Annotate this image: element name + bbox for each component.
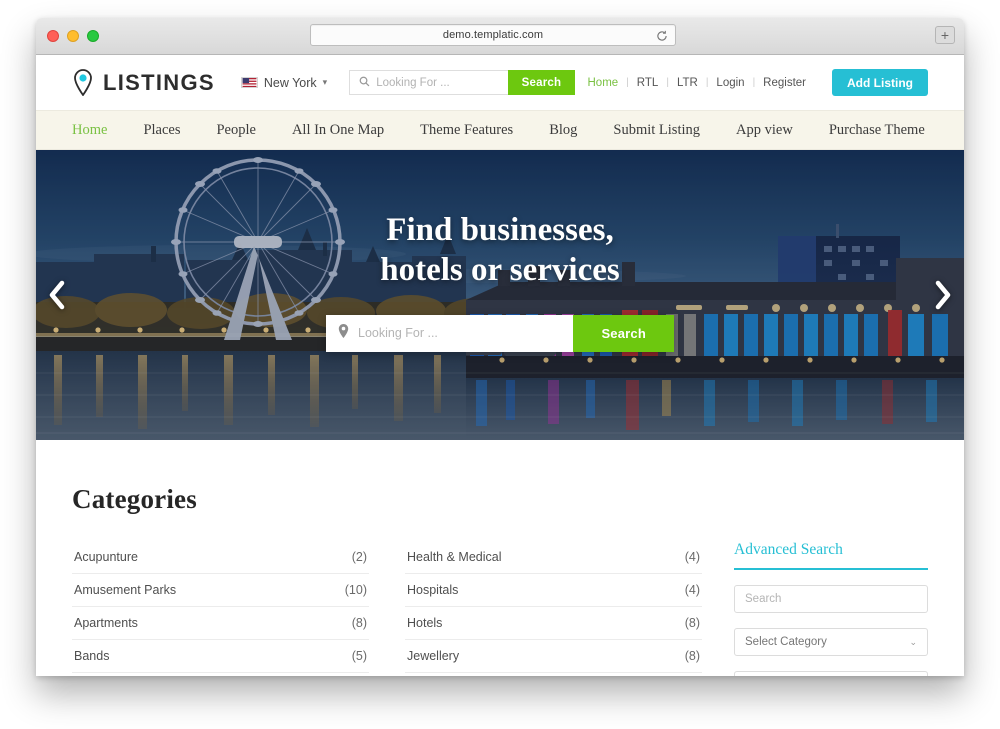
search-icon [359,74,370,92]
category-columns: Acupunture (2) Amusement Parks (10) Apar… [72,541,702,676]
main-navigation: Home Places People All In One Map Theme … [36,110,964,150]
nav-item-app-view[interactable]: App view [736,122,793,139]
header-search-input[interactable] [376,76,499,89]
hero-search-button[interactable]: Search [573,314,674,352]
chevron-down-icon: ⌄ [909,636,917,647]
advanced-search-input-wrapper[interactable] [734,585,928,613]
category-column-1: Acupunture (2) Amusement Parks (10) Apar… [72,541,369,676]
category-row[interactable]: Hospitals (4) [405,574,702,607]
category-row[interactable]: Apartments (8) [72,607,369,640]
add-listing-button[interactable]: Add Listing [832,69,928,96]
category-name: Health & Medical [407,550,502,564]
reload-icon[interactable] [656,29,668,41]
category-row[interactable]: Health & Medical (4) [405,541,702,574]
minimize-window-button[interactable] [67,30,79,42]
category-count: (8) [684,649,700,663]
zoom-window-button[interactable] [87,30,99,42]
category-row[interactable]: Amusement Parks (10) [72,574,369,607]
advanced-search-title: Advanced Search [734,541,928,570]
category-count: (4) [684,550,700,564]
hero-title: Find businesses, hotels or services [380,210,620,291]
site-logo[interactable]: LISTINGS [72,69,215,96]
browser-titlebar: demo.templatic.com + [36,18,964,55]
category-count: (8) [351,616,367,630]
logo-text: LISTINGS [103,69,215,95]
header-right: Home | RTL | LTR | Login | Register Add … [580,69,928,96]
nav-item-submit-listing[interactable]: Submit Listing [613,122,700,139]
chevron-right-icon[interactable] [930,278,956,312]
top-link-ltr[interactable]: LTR [669,77,706,89]
nav-item-blog[interactable]: Blog [549,122,577,139]
top-links: Home | RTL | LTR | Login | Register [580,77,815,89]
category-count: (8) [684,616,700,630]
category-count: (2) [351,550,367,564]
nav-item-people[interactable]: People [216,122,255,139]
nav-item-home[interactable]: Home [72,122,107,139]
category-count: (5) [351,649,367,663]
category-row[interactable]: Jewellery (8) [405,640,702,673]
address-bar[interactable]: demo.templatic.com [310,24,676,46]
category-name: Bands [74,649,110,663]
category-row[interactable]: Lounges (1) [405,673,702,676]
category-name: Jewellery [407,649,460,663]
category-name: Acupunture [74,550,138,564]
map-pin-icon [72,69,94,96]
url-text: demo.templatic.com [442,29,544,41]
screenshot-root: demo.templatic.com + LISTINGS New York ▾… [0,0,1000,729]
nav-item-places[interactable]: Places [143,122,180,139]
category-count: (4) [684,583,700,597]
hero-title-line-1: Find businesses, [386,212,614,248]
chevron-down-icon: ▾ [322,77,328,87]
select-category-dropdown[interactable]: Select Category ⌄ [734,628,928,656]
hero-content: Find businesses, hotels or services Look… [36,150,964,440]
advanced-search-input[interactable] [745,593,917,605]
us-flag-icon [240,77,258,88]
page-title: Categories [72,484,197,514]
category-name: Hotels [407,616,443,630]
category-row[interactable]: Bands (5) [72,640,369,673]
page-viewport: LISTINGS New York ▾ Looking For ... Sear… [36,55,964,676]
select-country-dropdown[interactable]: Select Country ⌄ [734,671,928,676]
category-row[interactable]: Acupunture (2) [72,541,369,574]
select-category-label: Select Category [745,636,827,648]
hero-search-input[interactable] [358,326,562,340]
site-header: LISTINGS New York ▾ Looking For ... Sear… [36,55,964,110]
category-name: Amusement Parks [74,583,177,597]
nav-item-all-in-one-map[interactable]: All In One Map [292,122,384,139]
chevron-left-icon[interactable] [44,278,70,312]
category-row[interactable]: Bands (1) [72,673,369,676]
top-link-home[interactable]: Home [580,77,627,89]
window-controls [47,30,99,42]
category-column-2: Health & Medical (4) Hospitals (4) Hotel… [405,541,702,676]
header-search-button[interactable]: Search [507,70,576,95]
location-label: New York [263,75,317,90]
advanced-search-panel: Advanced Search Select Category ⌄ Select… [734,541,928,676]
top-link-register[interactable]: Register [755,77,814,89]
hero-title-line-2: hotels or services [380,252,620,289]
categories-section: Categories Acupunture (2) Amusement Park… [36,440,964,676]
nav-item-theme-features[interactable]: Theme Features [420,122,513,139]
browser-window: demo.templatic.com + LISTINGS New York ▾… [36,18,964,676]
content-grid: Acupunture (2) Amusement Parks (10) Apar… [72,541,928,676]
category-row[interactable]: Hotels (8) [405,607,702,640]
category-name: Hospitals [407,583,459,597]
category-count: (10) [344,583,367,597]
header-search-form: Search [349,70,576,95]
close-window-button[interactable] [47,30,59,42]
hero-slider: Find businesses, hotels or services Look… [36,150,964,440]
top-link-rtl[interactable]: RTL [629,77,667,89]
nav-item-purchase-theme[interactable]: Purchase Theme [829,122,925,139]
map-pin-icon [338,323,349,343]
location-picker[interactable]: New York ▾ [240,75,328,90]
category-name: Apartments [74,616,138,630]
header-search-field[interactable] [349,70,508,95]
top-link-login[interactable]: Login [708,77,752,89]
hero-search-form: Search [326,314,674,352]
new-tab-button[interactable]: + [935,26,955,44]
hero-search-field[interactable] [326,314,574,352]
